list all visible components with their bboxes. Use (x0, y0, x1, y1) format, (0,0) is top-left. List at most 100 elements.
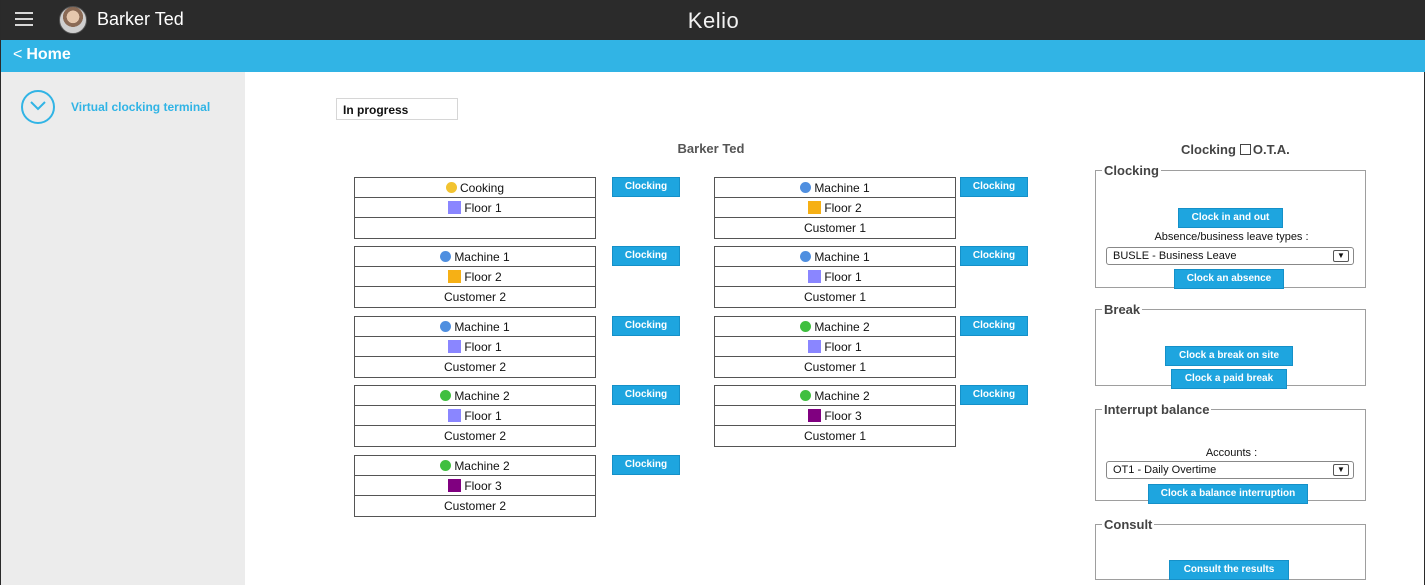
location-label: Floor 3 (824, 408, 862, 423)
absence-types-label: Absence/business leave types : (1154, 231, 1309, 243)
clocking-button[interactable]: Clocking (612, 177, 680, 197)
customer-label: Customer 2 (443, 360, 507, 374)
location-label: Floor 3 (464, 478, 502, 493)
activity-label: Machine 2 (454, 458, 510, 473)
activity-status-icon (800, 182, 812, 193)
consult-results-button[interactable]: Consult the results (1169, 560, 1289, 580)
activity-card: Cooking Floor 1 (354, 177, 596, 239)
activity-card: Machine 1 Floor 2 Customer 1 (714, 177, 956, 239)
activity-label: Machine 1 (814, 180, 870, 195)
location-label: Floor 1 (824, 339, 862, 354)
customer-row: Customer 1 (715, 218, 955, 238)
activity-label: Machine 2 (814, 388, 870, 403)
consult-group: Consult Consult the results (1095, 517, 1366, 580)
activity-status-icon (440, 390, 452, 401)
break-on-site-button[interactable]: Clock a break on site (1165, 346, 1293, 366)
location-label: Floor 1 (464, 408, 502, 423)
clocking-button[interactable]: Clocking (960, 385, 1028, 405)
customer-label: Customer 1 (803, 290, 867, 304)
clock-absence-button[interactable]: Clock an absence (1174, 269, 1284, 289)
home-link[interactable]: < Home (13, 46, 71, 64)
clocking-button[interactable]: Clocking (612, 385, 680, 405)
location-color-icon (808, 409, 822, 422)
location-row: Floor 2 (715, 198, 955, 218)
activity-row: Cooking (355, 178, 595, 198)
top-bar: Barker Ted Kelio (1, 0, 1425, 40)
activity-row: Machine 1 (355, 247, 595, 267)
location-color-icon (448, 479, 462, 492)
location-row: Floor 1 (715, 337, 955, 357)
activity-status-icon (800, 390, 812, 401)
brand-logo: Kelio (687, 8, 740, 33)
customer-label: Customer 2 (443, 290, 507, 304)
accounts-value: OT1 - Daily Overtime (1113, 464, 1217, 476)
location-color-icon (808, 270, 822, 283)
balance-interruption-button[interactable]: Clock a balance interruption (1148, 484, 1308, 504)
location-row: Floor 3 (715, 406, 955, 426)
panel-title-label: Clocking (1181, 142, 1236, 157)
customer-row: Customer 1 (715, 287, 955, 307)
ota-checkbox[interactable] (1239, 144, 1251, 155)
absence-type-select[interactable]: BUSLE - Business Leave ▼ (1106, 247, 1354, 265)
location-color-icon (448, 340, 462, 353)
interrupt-balance-group: Interrupt balance Accounts : OT1 - Daily… (1095, 402, 1366, 504)
ota-label: O.T.A. (1252, 142, 1290, 157)
location-color-icon (448, 270, 462, 283)
activity-label: Cooking (459, 180, 505, 195)
location-color-icon (808, 201, 822, 214)
location-color-icon (808, 340, 822, 353)
activity-status-icon (800, 321, 812, 332)
location-row: Floor 1 (355, 406, 595, 426)
activity-label: Machine 1 (814, 249, 870, 264)
activity-row: Machine 2 (715, 317, 955, 337)
navigation-bar: < Home (1, 40, 1425, 72)
interrupt-balance-legend: Interrupt balance (1104, 402, 1210, 417)
location-color-icon (448, 201, 462, 214)
sidebar-item-virtual-clocking-terminal[interactable]: Virtual clocking terminal (21, 90, 241, 126)
activity-card: Machine 2 Floor 3 Customer 2 (354, 455, 596, 517)
clock-in-out-button[interactable]: Clock in and out (1178, 208, 1283, 228)
accounts-select[interactable]: OT1 - Daily Overtime ▼ (1106, 461, 1354, 479)
activity-label: Machine 1 (454, 319, 510, 334)
activity-row: Machine 1 (355, 317, 595, 337)
activity-row: Machine 2 (355, 386, 595, 406)
customer-label: Customer 1 (803, 429, 867, 443)
customer-row: Customer 2 (355, 357, 595, 377)
activity-card: Machine 2 Floor 1 Customer 1 (714, 316, 956, 378)
customer-label: Customer 1 (803, 360, 867, 374)
location-label: Floor 2 (464, 269, 502, 284)
activity-label: Machine 2 (814, 319, 870, 334)
activity-status-icon (440, 460, 452, 471)
clocking-button[interactable]: Clocking (960, 246, 1028, 266)
activity-label: Machine 1 (454, 249, 510, 264)
activity-row: Machine 1 (715, 247, 955, 267)
accounts-label: Accounts : (1205, 447, 1258, 459)
activity-status-icon (440, 251, 452, 262)
clock-chevron-icon (21, 90, 55, 124)
activity-row: Machine 1 (715, 178, 955, 198)
customer-row: Customer 1 (715, 426, 955, 446)
activity-card: Machine 2 Floor 1 Customer 2 (354, 385, 596, 447)
chevron-down-icon: ▼ (1333, 464, 1349, 476)
clocking-button[interactable]: Clocking (960, 177, 1028, 197)
consult-legend: Consult (1104, 517, 1153, 532)
customer-label: Customer 2 (443, 429, 507, 443)
location-row: Floor 3 (355, 476, 595, 496)
activity-card: Machine 2 Floor 3 Customer 1 (714, 385, 956, 447)
customer-label: Customer 2 (443, 499, 507, 513)
clocking-button[interactable]: Clocking (612, 455, 680, 475)
customer-row: Customer 2 (355, 426, 595, 446)
clocking-group: Clocking Clock in and out Absence/busine… (1095, 163, 1366, 289)
clocking-legend: Clocking (1104, 163, 1159, 178)
sidebar-item-label: Virtual clocking terminal (71, 100, 211, 114)
paid-break-button[interactable]: Clock a paid break (1171, 369, 1287, 389)
clocking-button[interactable]: Clocking (960, 316, 1028, 336)
activity-card: Machine 1 Floor 1 Customer 2 (354, 316, 596, 378)
location-row: Floor 1 (715, 267, 955, 287)
customer-row (355, 218, 595, 238)
activity-status-icon (440, 321, 452, 332)
activity-status-icon (445, 182, 457, 193)
clocking-button[interactable]: Clocking (612, 316, 680, 336)
activity-row: Machine 2 (715, 386, 955, 406)
clocking-button[interactable]: Clocking (612, 246, 680, 266)
